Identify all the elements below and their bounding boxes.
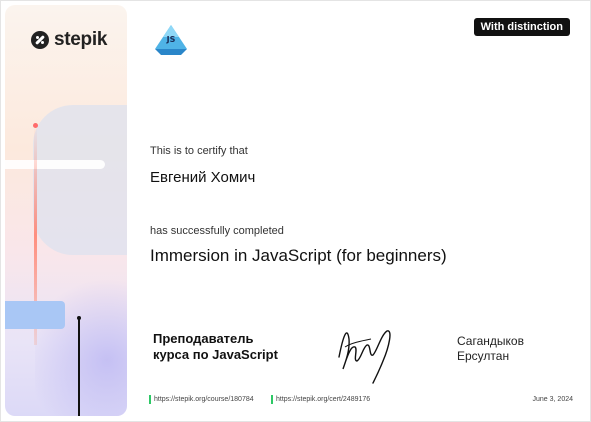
side-shape — [33, 105, 127, 255]
distinction-badge: With distinction — [473, 18, 570, 36]
javascript-crystal-icon: JS — [155, 25, 187, 55]
link-marker-icon — [149, 395, 151, 404]
certify-label: This is to certify that — [150, 145, 248, 157]
instructor-name-line1: Сагандыков — [457, 334, 524, 348]
instructor-role-line1: Преподаватель — [153, 331, 254, 346]
course-icon-label: JS — [166, 35, 176, 44]
certificate: stepik JS With distinction This is to ce… — [0, 0, 591, 422]
side-needle — [78, 317, 80, 416]
side-glow — [35, 270, 127, 416]
stepik-logo-icon — [31, 31, 49, 49]
link-marker-icon — [271, 395, 273, 404]
instructor-name: Сагандыков Ерсултан — [457, 334, 567, 364]
footer: https://stepik.org/course/180784 https:/… — [149, 395, 573, 407]
brand-name: stepik — [54, 29, 108, 50]
instructor-signature — [338, 330, 391, 384]
instructor-role: Преподаватель курса по JavaScript — [153, 331, 313, 363]
side-dot — [33, 123, 38, 128]
completed-label: has successfully completed — [150, 225, 284, 237]
issue-date: June 3, 2024 — [532, 396, 573, 403]
recipient-name: Евгений Хомич — [150, 169, 256, 186]
cert-link[interactable]: https://stepik.org/cert/2489176 — [271, 395, 370, 404]
side-needle-tip — [77, 316, 81, 320]
side-band — [5, 160, 105, 169]
stepik-logo: stepik — [31, 29, 107, 51]
course-url[interactable]: https://stepik.org/course/180784 — [154, 396, 254, 403]
decorative-side-panel: stepik — [5, 5, 127, 416]
instructor-role-line2: курса по JavaScript — [153, 347, 278, 362]
course-title: Immersion in JavaScript (for beginners) — [150, 246, 447, 265]
course-link[interactable]: https://stepik.org/course/180784 — [149, 395, 254, 404]
side-blue-block — [5, 301, 65, 329]
instructor-name-line2: Ерсултан — [457, 349, 510, 363]
cert-url[interactable]: https://stepik.org/cert/2489176 — [276, 396, 370, 403]
